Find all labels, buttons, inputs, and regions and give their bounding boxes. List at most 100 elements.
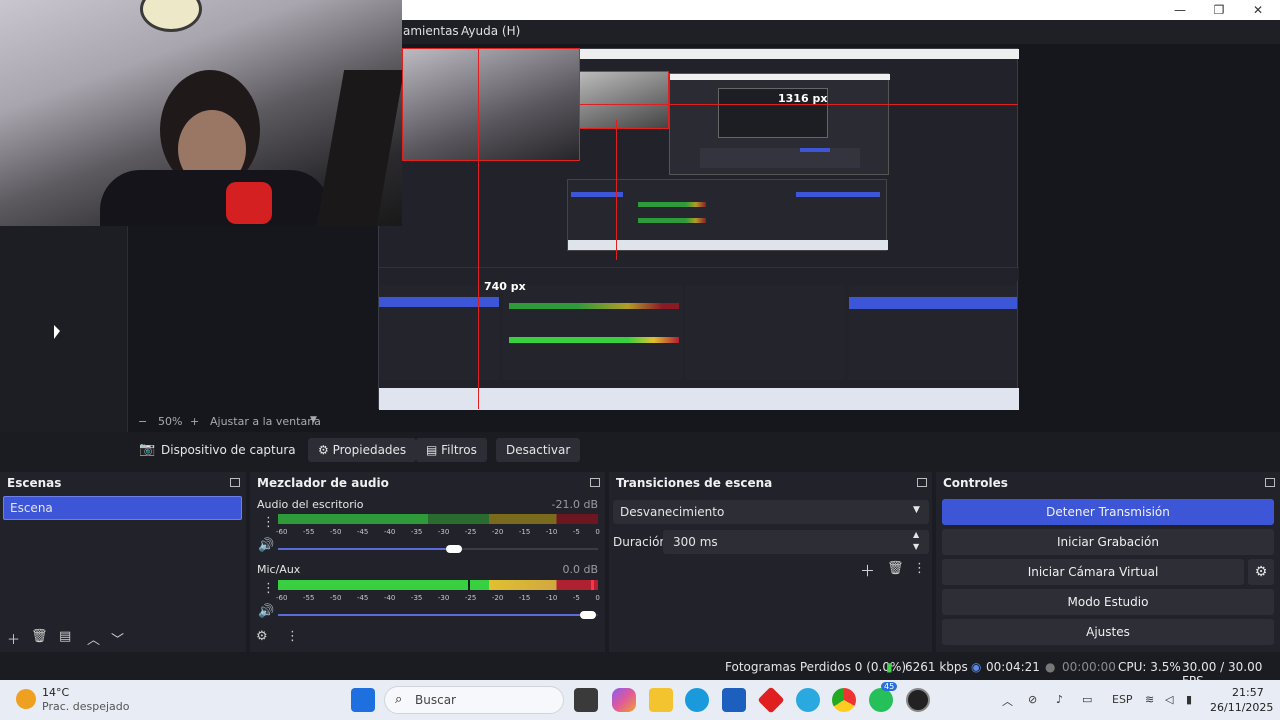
deactivate-button[interactable]: Desactivar <box>496 438 581 462</box>
meter-tick: -60 <box>276 594 288 602</box>
properties-label: Propiedades <box>332 443 407 457</box>
battery-icon[interactable]: ▮ <box>1186 693 1192 706</box>
meter-tick: -60 <box>276 528 288 536</box>
meter-tick: -55 <box>302 594 315 602</box>
folder-icon[interactable] <box>649 688 673 712</box>
selection-box[interactable] <box>402 48 580 161</box>
scene-name: Escena <box>10 501 53 515</box>
mic-icon[interactable]: ♪ <box>1056 693 1063 706</box>
trash-icon[interactable]: 🗑 <box>31 629 48 644</box>
volume-slider[interactable] <box>278 611 598 619</box>
more-icon[interactable]: ⋮ <box>262 515 275 530</box>
undock-icon[interactable] <box>917 478 927 487</box>
add-icon[interactable]: ＋ <box>7 629 20 648</box>
filters-button[interactable]: ▤ Filtros <box>416 438 487 462</box>
maximize-button[interactable]: ❐ <box>1199 0 1239 20</box>
properties-button[interactable]: ⚙ Propiedades <box>308 438 417 462</box>
minimize-button[interactable]: — <box>1160 0 1200 20</box>
nested-transitions <box>685 285 845 380</box>
meter-tick: -40 <box>383 528 396 536</box>
menu-help[interactable]: Ayuda (H) <box>461 24 520 38</box>
chevron-down-icon[interactable]: ﹀ <box>111 629 124 648</box>
add-icon[interactable]: ＋ <box>860 560 875 581</box>
filter-icon[interactable]: ▤ <box>59 629 71 644</box>
slider-knob[interactable] <box>446 545 462 553</box>
language-indicator[interactable]: ESP <box>1112 693 1133 706</box>
more-icon[interactable]: ⋮ <box>286 629 299 644</box>
taskbar-search[interactable]: ⌕ Buscar <box>384 686 564 714</box>
settings-button[interactable]: Ajustes <box>942 619 1274 645</box>
nested-controls <box>849 285 1017 380</box>
trash-icon[interactable]: 🗑 <box>887 561 904 576</box>
chevron-up-icon[interactable]: ︿ <box>87 629 100 648</box>
studio-mode-button[interactable]: Modo Estudio <box>942 589 1274 615</box>
chrome-icon[interactable] <box>832 688 856 712</box>
task-view-icon[interactable] <box>574 688 598 712</box>
weather-temp[interactable]: 14°C <box>42 686 69 699</box>
close-button[interactable]: ✕ <box>1238 0 1278 20</box>
meter-tick: -30 <box>437 528 450 536</box>
taskbar: 14°C Prac. despejado ⌕ Buscar 45 ︿ ⊘ ♪ ▭… <box>0 680 1280 720</box>
dropped-frames: Fotogramas Perdidos 0 (0.0%) <box>725 660 907 674</box>
signal-icon: ▮ <box>886 660 893 674</box>
wifi-icon[interactable]: ≋ <box>1145 693 1154 706</box>
transition-selected: Desvanecimiento <box>620 505 725 519</box>
source-bar: 📷 Dispositivo de captura de v ⚙ Propieda… <box>0 436 1280 466</box>
weather-desc[interactable]: Prac. despejado <box>42 700 129 713</box>
start-icon[interactable] <box>351 688 375 712</box>
stream-icon: ◉ <box>971 660 982 674</box>
undock-icon[interactable] <box>230 478 240 487</box>
meter-tick: -15 <box>518 594 531 602</box>
list-item[interactable]: Escena <box>3 496 242 520</box>
meter-tick: -35 <box>410 528 423 536</box>
speaker-icon[interactable]: 🔊 <box>258 604 274 619</box>
display-icon[interactable]: ▭ <box>1082 693 1092 706</box>
nested-sourcebar <box>379 267 1019 281</box>
measure-height-label: 740 px <box>484 280 526 293</box>
zoom-out-button[interactable]: − <box>138 415 147 428</box>
track-name: Audio del escritorio <box>257 498 364 511</box>
chevron-up-icon[interactable]: ︿ <box>1002 693 1013 709</box>
zoom-in-button[interactable]: + <box>190 415 199 428</box>
store-icon[interactable] <box>722 688 746 712</box>
undock-icon[interactable] <box>590 478 600 487</box>
more-icon[interactable]: ⋮ <box>262 581 275 596</box>
duration-label: Duración <box>613 535 668 549</box>
virtual-camera-settings-button[interactable]: ⚙ <box>1248 559 1274 585</box>
meter-tick: 0 <box>595 594 600 602</box>
duration-value: 300 ms <box>673 535 718 549</box>
stop-stream-button[interactable]: Detener Transmisión <box>942 499 1274 525</box>
advanced-audio-icon[interactable]: ⚙ <box>256 629 268 644</box>
clock-date[interactable]: 26/11/2025 <box>1210 701 1273 714</box>
camera-off-icon[interactable]: ⊘ <box>1028 693 1037 706</box>
meter-tick: -10 <box>545 528 558 536</box>
volume-icon[interactable]: ◁ <box>1165 693 1173 706</box>
meter-tick: -50 <box>329 594 342 602</box>
transitions-dock: Transiciones de escena Desvanecimiento ▼… <box>609 472 932 652</box>
more-icon[interactable]: ⋮ <box>913 561 926 576</box>
volume-slider[interactable] <box>278 545 598 553</box>
meter-tick: -25 <box>464 528 477 536</box>
clock-time[interactable]: 21:57 <box>1232 686 1264 699</box>
app-icon[interactable] <box>796 688 820 712</box>
duration-stepper[interactable]: 300 ms ▲ ▼ <box>663 530 929 554</box>
menu-tools[interactable]: amientas <box>403 24 459 38</box>
edge-icon[interactable] <box>685 688 709 712</box>
start-virtual-camera-button[interactable]: Iniciar Cámara Virtual <box>942 559 1244 585</box>
zoom-dropdown-icon[interactable]: ▼ <box>310 415 317 425</box>
meter-tick: -50 <box>329 528 342 536</box>
chevron-down-icon[interactable]: ▼ <box>913 542 919 551</box>
chevron-up-icon[interactable]: ▲ <box>913 530 919 539</box>
start-recording-button[interactable]: Iniciar Grabación <box>942 529 1274 555</box>
whatsapp-icon[interactable]: 45 <box>869 682 898 712</box>
app-icon[interactable] <box>757 686 785 714</box>
nested-window <box>669 73 890 175</box>
fit-to-window-label[interactable]: Ajustar a la ventana <box>210 415 321 428</box>
copilot-icon[interactable] <box>612 688 636 712</box>
filters-label: Filtros <box>441 443 477 457</box>
undock-icon[interactable] <box>1265 478 1275 487</box>
slider-knob[interactable] <box>580 611 597 619</box>
obs-icon[interactable] <box>906 688 930 712</box>
speaker-icon[interactable]: 🔊 <box>258 538 274 553</box>
transition-select[interactable]: Desvanecimiento ▼ <box>613 500 929 524</box>
